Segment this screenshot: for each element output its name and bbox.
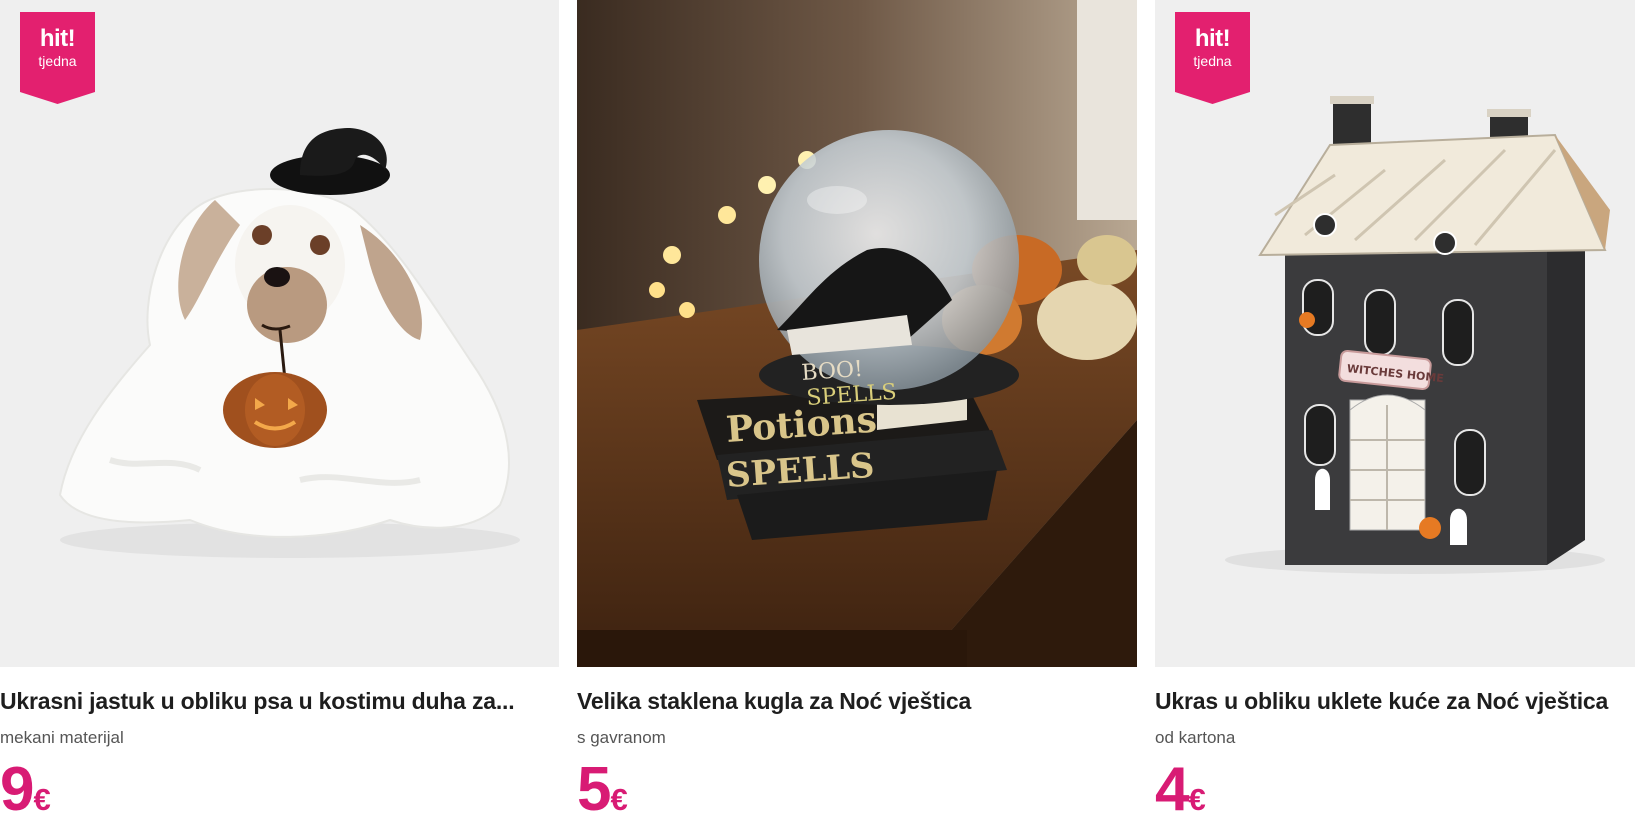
badge-sublabel: tjedna: [38, 53, 77, 69]
product-grid: hit! tjedna Ukrasni jastuk u obliku psa …: [0, 0, 1635, 823]
hit-badge: hit! tjedna: [20, 12, 95, 104]
product-title[interactable]: Velika staklena kugla za Noć vještica: [577, 688, 1137, 715]
product-card[interactable]: hit! tjedna Ukrasni jastuk u obliku psa …: [0, 0, 559, 823]
product-title[interactable]: Ukras u obliku uklete kuće za Noć vješti…: [1155, 688, 1635, 715]
badge-label: hit!: [39, 25, 76, 52]
svg-text:BOO!: BOO!: [801, 357, 864, 386]
price-amount: 5: [577, 755, 612, 823]
product-card[interactable]: WITCHES HOME hit! tjedna Ukras u obliku: [1155, 0, 1635, 823]
product-price: 4€: [1155, 758, 1206, 822]
snow-globe-image: Potions SPELLS BOO! SPELLS: [577, 0, 1137, 667]
product-subtitle: s gavranom: [577, 728, 666, 747]
badge-sublabel: tjedna: [1193, 53, 1232, 69]
price-currency: €: [610, 782, 628, 817]
hit-badge: hit! tjedna: [1175, 12, 1250, 104]
product-price: 9€: [0, 758, 51, 822]
price-currency: €: [1188, 782, 1206, 817]
product-subtitle: od kartona: [1155, 728, 1236, 747]
product-card[interactable]: Potions SPELLS BOO! SPELLS Velika stakle…: [577, 0, 1137, 823]
price-amount: 9: [0, 755, 35, 823]
product-image[interactable]: Potions SPELLS BOO! SPELLS: [577, 0, 1137, 667]
price-currency: €: [33, 782, 51, 817]
badge-label: hit!: [1194, 25, 1231, 52]
price-amount: 4: [1155, 755, 1190, 823]
product-subtitle: mekani materijal: [0, 728, 124, 747]
product-price: 5€: [577, 758, 628, 822]
product-title[interactable]: Ukrasni jastuk u obliku psa u kostimu du…: [0, 688, 559, 715]
